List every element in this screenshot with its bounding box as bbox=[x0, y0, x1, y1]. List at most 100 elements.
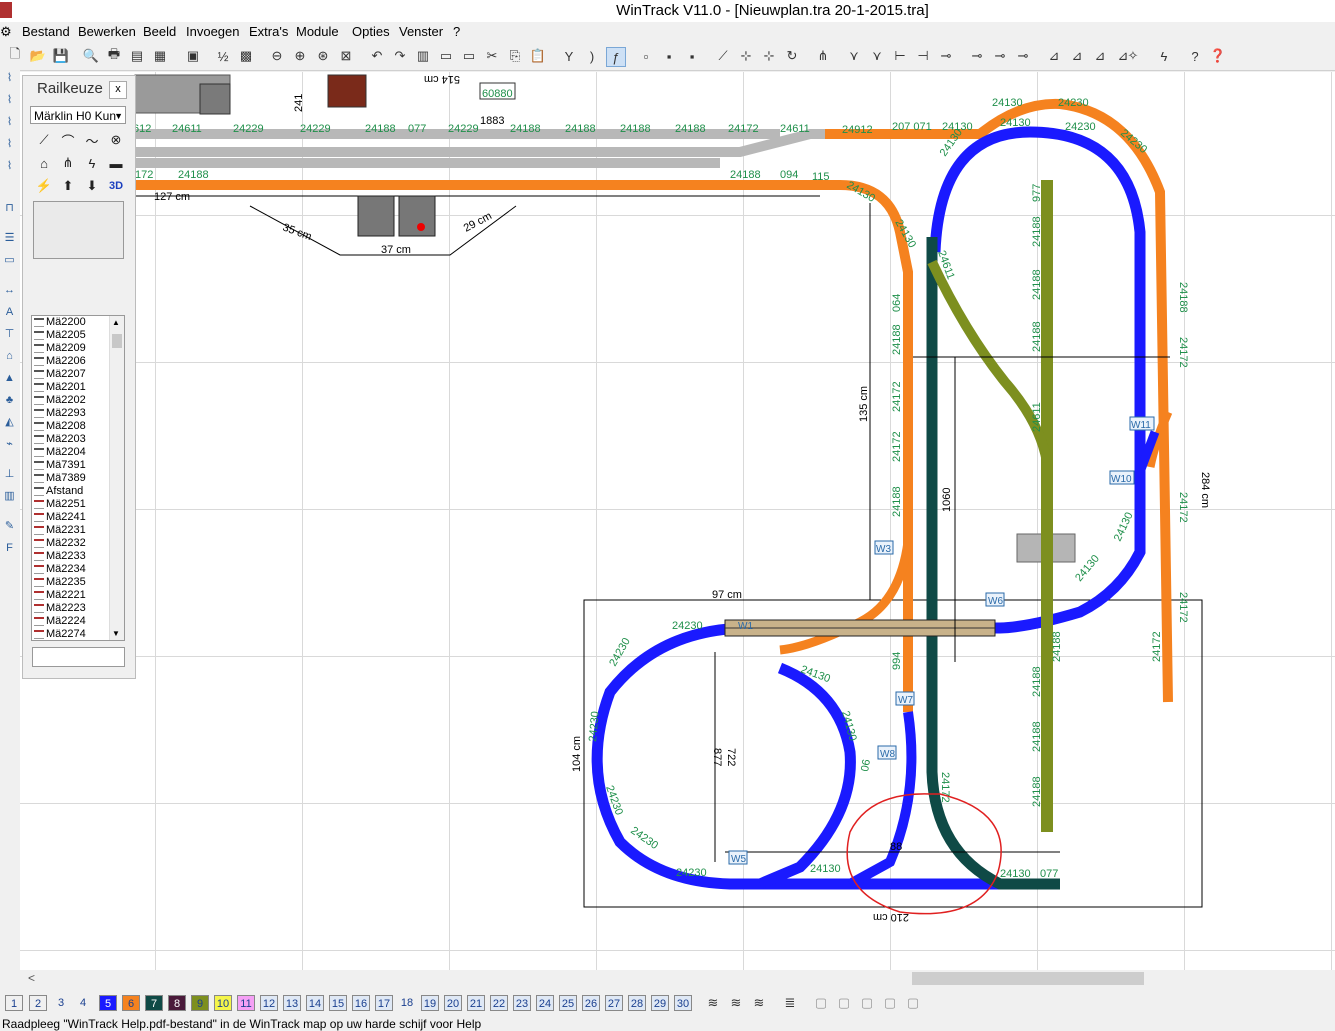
horizontal-scroll-thumb[interactable] bbox=[912, 972, 1144, 985]
menu-venster[interactable]: Venster bbox=[399, 24, 443, 39]
layer-7-button[interactable]: 7 bbox=[145, 995, 163, 1011]
properties-icon[interactable]: ▥ bbox=[414, 47, 432, 65]
height-tool-3-icon[interactable]: ⊿ bbox=[1091, 47, 1109, 65]
menu-bestand[interactable]: Bestand bbox=[22, 24, 70, 39]
flex-1-icon[interactable]: ⌇ bbox=[2, 70, 17, 85]
scroll-left-icon[interactable]: < bbox=[28, 971, 35, 985]
straight-track-icon[interactable]: ⟋ bbox=[35, 131, 53, 149]
paste-icon[interactable]: 📋 bbox=[529, 47, 547, 65]
undo-icon[interactable]: ↶ bbox=[368, 47, 386, 65]
building-icon[interactable]: ⌂ bbox=[2, 348, 17, 363]
layer-27-button[interactable]: 27 bbox=[605, 995, 623, 1011]
redo-icon[interactable]: ↷ bbox=[391, 47, 409, 65]
view-3d-button[interactable]: 3D bbox=[107, 177, 125, 195]
layer-15-button[interactable]: 15 bbox=[329, 995, 347, 1011]
help-icon[interactable]: ❓ bbox=[1209, 47, 1227, 65]
graph-icon[interactable]: ⌁ bbox=[2, 436, 17, 451]
flex-5-icon[interactable]: ⌇ bbox=[2, 158, 17, 173]
layer-11-button[interactable]: 11 bbox=[237, 995, 255, 1011]
view-4-icon[interactable]: ▢ bbox=[881, 994, 899, 1012]
scroll-down-icon[interactable]: ▼ bbox=[112, 629, 120, 638]
menu-opties[interactable]: Opties bbox=[352, 24, 390, 39]
height-tool-1-icon[interactable]: ⊿ bbox=[1045, 47, 1063, 65]
switch-label-w7[interactable]: W7 bbox=[898, 695, 913, 706]
switch-label-w3[interactable]: W3 bbox=[876, 544, 891, 555]
document-menu-icon[interactable]: ⚙ bbox=[0, 24, 16, 40]
layer-tool-2-icon[interactable]: ▪ bbox=[660, 47, 678, 65]
context-help-icon[interactable]: ? bbox=[1186, 47, 1204, 65]
layer-14-button[interactable]: 14 bbox=[306, 995, 324, 1011]
layer-25-button[interactable]: 25 bbox=[559, 995, 577, 1011]
pen-icon[interactable]: ✎ bbox=[2, 518, 17, 533]
layer-16-button[interactable]: 16 bbox=[352, 995, 370, 1011]
ladder-icon[interactable]: ☰ bbox=[2, 230, 17, 245]
view-5-icon[interactable]: ▢ bbox=[904, 994, 922, 1012]
align-tool-2-icon[interactable]: ⊹ bbox=[737, 47, 755, 65]
zoom-in-icon[interactable]: ⊕ bbox=[291, 47, 309, 65]
layer-5-button[interactable]: 5 bbox=[99, 995, 117, 1011]
print-icon[interactable]: 🖶 bbox=[105, 46, 123, 65]
cut-icon[interactable]: ✂ bbox=[483, 47, 501, 65]
layer-26-button[interactable]: 26 bbox=[582, 995, 600, 1011]
layers-manage-icon[interactable]: ≣ bbox=[781, 994, 799, 1012]
menu-help[interactable]: ? bbox=[453, 24, 460, 39]
layer-17-button[interactable]: 17 bbox=[375, 995, 393, 1011]
layer-1-button[interactable]: 1 bbox=[5, 995, 23, 1011]
layer-24-button[interactable]: 24 bbox=[536, 995, 554, 1011]
switch-label-w10[interactable]: W10 bbox=[1111, 474, 1132, 485]
switch-tool-5-icon[interactable]: ⊸ bbox=[937, 47, 955, 65]
switch-tool-3-icon[interactable]: ⊢ bbox=[891, 47, 909, 65]
switch-tool-1-icon[interactable]: ⋎ bbox=[845, 47, 863, 65]
layer-22-button[interactable]: 22 bbox=[490, 995, 508, 1011]
catenary-icon[interactable]: ⚡ bbox=[35, 177, 53, 195]
layer-8-button[interactable]: 8 bbox=[168, 995, 186, 1011]
measure-tool-1-icon[interactable]: ⊸ bbox=[968, 47, 986, 65]
signal-icon[interactable]: ⋔ bbox=[59, 154, 77, 172]
down-arrow-icon[interactable]: ⬇ bbox=[83, 177, 101, 195]
text-icon[interactable]: A bbox=[2, 304, 17, 319]
layers-stack-icon[interactable]: ≋ bbox=[704, 994, 722, 1012]
layer-6-button[interactable]: 6 bbox=[122, 995, 140, 1011]
terrain-icon[interactable]: ◭ bbox=[2, 414, 17, 429]
switch-label-w5[interactable]: W5 bbox=[731, 854, 746, 865]
panel-close-button[interactable]: x bbox=[109, 81, 127, 99]
flex-2-icon[interactable]: ⌇ bbox=[2, 92, 17, 107]
measure-tool-2-icon[interactable]: ⊸ bbox=[991, 47, 1009, 65]
menu-beeld[interactable]: Beeld bbox=[143, 24, 176, 39]
switch-tool-4-icon[interactable]: ⊣ bbox=[914, 47, 932, 65]
layer-9-button[interactable]: 9 bbox=[191, 995, 209, 1011]
tree-icon[interactable]: ♣ bbox=[2, 392, 17, 407]
track-plan[interactable]: 127 cm 35 cm 29 cm 37 cm 135 cm 284 cm 9… bbox=[20, 72, 1335, 970]
connect-icon[interactable]: ⋔ bbox=[814, 47, 832, 65]
layers-hide-icon[interactable]: ≋ bbox=[750, 994, 768, 1012]
flex-4-icon[interactable]: ⌇ bbox=[2, 136, 17, 151]
print-preview-icon[interactable]: 🔍 bbox=[82, 47, 100, 65]
switch-tool-2-icon[interactable]: ⋎ bbox=[868, 47, 886, 65]
view-1-icon[interactable]: ▢ bbox=[812, 994, 830, 1012]
copy-icon[interactable]: ⎘ bbox=[506, 47, 524, 65]
up-arrow-icon[interactable]: ⬆ bbox=[59, 177, 77, 195]
landscape-icon[interactable]: ▲ bbox=[2, 370, 17, 385]
layer-18-button[interactable]: 18 bbox=[398, 995, 416, 1011]
height-tool-2-icon[interactable]: ⊿ bbox=[1068, 47, 1086, 65]
save-icon[interactable]: 💾 bbox=[52, 47, 70, 65]
menu-bewerken[interactable]: Bewerken bbox=[78, 24, 136, 39]
switch-label-w8[interactable]: W8 bbox=[880, 749, 895, 760]
measure-tool-3-icon[interactable]: ⊸ bbox=[1014, 47, 1032, 65]
layer-10-button[interactable]: 10 bbox=[214, 995, 232, 1011]
menu-extras[interactable]: Extra's bbox=[249, 24, 288, 39]
ungroup-icon[interactable]: ▭ bbox=[460, 47, 478, 65]
switch-label-w11[interactable]: W11 bbox=[1131, 420, 1151, 431]
font-icon[interactable]: F bbox=[2, 540, 17, 555]
platform-icon[interactable]: ▭ bbox=[2, 252, 17, 267]
rotate-180-icon[interactable]: ↻ bbox=[783, 47, 801, 65]
layer-20-button[interactable]: 20 bbox=[444, 995, 462, 1011]
group-icon[interactable]: ▭ bbox=[437, 47, 455, 65]
grade-icon[interactable]: ⊥ bbox=[2, 466, 17, 481]
layer-tool-1-icon[interactable]: ▫ bbox=[637, 47, 655, 65]
layer-21-button[interactable]: 21 bbox=[467, 995, 485, 1011]
layer-30-button[interactable]: 30 bbox=[674, 995, 692, 1011]
layer-2-button[interactable]: 2 bbox=[29, 995, 47, 1011]
layout-canvas[interactable]: 127 cm 35 cm 29 cm 37 cm 135 cm 284 cm 9… bbox=[20, 72, 1335, 970]
height-icon[interactable]: ⊤ bbox=[2, 326, 17, 341]
